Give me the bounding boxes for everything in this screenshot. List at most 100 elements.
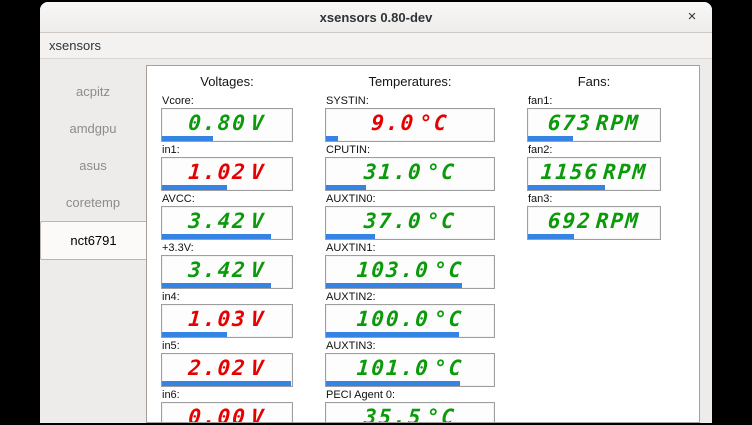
sensor-display: 37.0°C [325,206,495,240]
sensor-reading: 1.02V [161,158,293,185]
window-content: acpitz amdgpu asus coretemp nct6791 Volt… [40,59,712,423]
sensor-column: Fans: fan1: 673RPM fan2: 1156RPM fan3: 6… [527,74,661,423]
sensor-label: in1: [161,144,293,157]
sensor-cell-in6: in6: 0.00V [161,389,293,423]
menubar: xsensors [40,33,712,59]
sensor-unit: °C [433,307,464,331]
sensor-unit: °C [426,160,457,184]
sensor-cell-auxtin1: AUXTIN1: 103.0°C [325,242,495,289]
sensor-display: 31.0°C [325,157,495,191]
sensor-reading: 673RPM [527,109,661,136]
sensor-bar-fill [162,136,213,141]
sensor-bar-fill [326,185,366,190]
sensor-bar-track [162,381,292,386]
sensor-value: 1.03 [188,307,248,331]
sensor-label: PECI Agent 0: [325,389,495,402]
sensor-display: 9.0°C [325,108,495,142]
sensor-unit: °C [426,209,457,233]
sensor-reading: 35.5°C [325,403,495,423]
sensor-reading: 100.0°C [325,305,495,332]
titlebar[interactable]: xsensors 0.80-dev × [40,2,712,33]
sensor-cell-fan1: fan1: 673RPM [527,95,661,142]
sensor-cell-peciagent0: PECI Agent 0: 35.5°C [325,389,495,423]
sensor-label: fan2: [527,144,661,157]
sensor-columns: Voltages: Vcore: 0.80V in1: 1.02V AVCC: … [147,66,699,423]
sensor-display: 0.80V [161,108,293,142]
sensor-reading: 103.0°C [325,256,495,283]
sensor-display: 1.02V [161,157,293,191]
sidebar-tab-amdgpu[interactable]: amdgpu [40,110,146,147]
sensor-unit: V [250,111,266,135]
sensor-bar-track [162,234,292,239]
sensor-reading: 3.42V [161,256,293,283]
sidebar-tab-label: nct6791 [70,233,116,248]
sensor-bar-track [528,234,660,239]
sensor-bar-fill [162,283,271,288]
sensor-bar-track [326,185,494,190]
sidebar-tab-nct6791[interactable]: nct6791 [40,221,146,260]
menu-xsensors[interactable]: xsensors [40,38,110,53]
sensor-label: fan1: [527,95,661,108]
sensor-bar-fill [528,234,574,239]
sensor-bar-track [528,136,660,141]
sensor-label: CPUTIN: [325,144,495,157]
sensor-display: 100.0°C [325,304,495,338]
sensor-label: fan3: [527,193,661,206]
sensor-value: 692 [547,209,593,233]
sensor-value: 1156 [540,160,600,184]
sidebar-tab-acpitz[interactable]: acpitz [40,73,146,110]
sensor-bar-track [326,332,494,337]
sensor-scroll-area[interactable]: Voltages: Vcore: 0.80V in1: 1.02V AVCC: … [146,65,700,423]
sensor-unit: °C [433,258,464,282]
sensor-bar-fill [162,381,291,386]
sensor-label: AVCC: [161,193,293,206]
sensor-bar-fill [162,234,271,239]
sensor-bar-fill [326,136,338,141]
sensor-cell-cputin: CPUTIN: 31.0°C [325,144,495,191]
sensor-bar-track [162,185,292,190]
sensor-display: 3.42V [161,206,293,240]
sensor-label: in4: [161,291,293,304]
sensor-label: in6: [161,389,293,402]
sensor-reading: 37.0°C [325,207,495,234]
window-title: xsensors 0.80-dev [320,10,433,25]
sensor-bar-fill [528,136,573,141]
sensor-bar-track [326,381,494,386]
sensor-value: 31.0 [363,160,423,184]
sensor-label: AUXTIN3: [325,340,495,353]
sensor-value: 100.0 [356,307,431,331]
sensor-reading: 2.02V [161,354,293,381]
sensor-bar-track [162,283,292,288]
column-header: Voltages: [161,74,293,91]
sensor-cell-auxtin2: AUXTIN2: 100.0°C [325,291,495,338]
sensor-cell-systin: SYSTIN: 9.0°C [325,95,495,142]
sensor-display: 1156RPM [527,157,661,191]
sensor-unit: V [250,160,266,184]
column-cells: Vcore: 0.80V in1: 1.02V AVCC: 3.42V [161,95,293,423]
sensor-value: 3.42 [188,258,248,282]
sensor-cell-in4: in4: 1.03V [161,291,293,338]
sidebar-tab-label: coretemp [66,195,120,210]
sidebar-tab-asus[interactable]: asus [40,147,146,184]
sensor-label: AUXTIN2: [325,291,495,304]
sensor-bar-fill [326,332,459,337]
sensor-cell-auxtin3: AUXTIN3: 101.0°C [325,340,495,387]
sensor-cell-in5: in5: 2.02V [161,340,293,387]
sensor-bar-fill [528,185,605,190]
sensor-value: 103.0 [356,258,431,282]
close-icon[interactable]: × [680,2,704,32]
sensor-reading: 1156RPM [527,158,661,185]
sidebar-tab-coretemp[interactable]: coretemp [40,184,146,221]
sensor-cell-avcc: AVCC: 3.42V [161,193,293,240]
sensor-reading: 0.00V [161,403,293,423]
sensor-unit: V [250,356,266,380]
sensor-unit: RPM [602,160,648,184]
sidebar-tab-label: amdgpu [70,121,117,136]
sidebar-tab-label: asus [79,158,106,173]
sensor-value: 101.0 [356,356,431,380]
sensor-bar-track [162,332,292,337]
sensor-value: 9.0 [371,111,417,135]
sensor-display: 103.0°C [325,255,495,289]
sensor-unit: °C [426,405,457,424]
sensor-display: 2.02V [161,353,293,387]
